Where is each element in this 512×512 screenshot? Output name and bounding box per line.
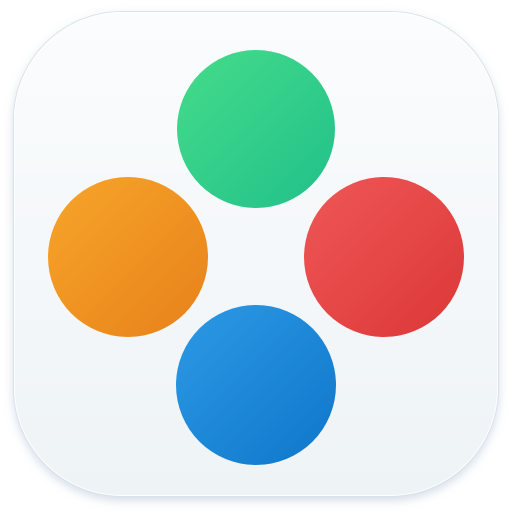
app-icon-canvas	[0, 0, 512, 512]
blue-dot	[176, 305, 336, 465]
orange-dot	[48, 177, 208, 337]
green-dot	[177, 50, 335, 208]
red-dot	[304, 177, 464, 337]
app-icon-graphic	[48, 50, 464, 465]
